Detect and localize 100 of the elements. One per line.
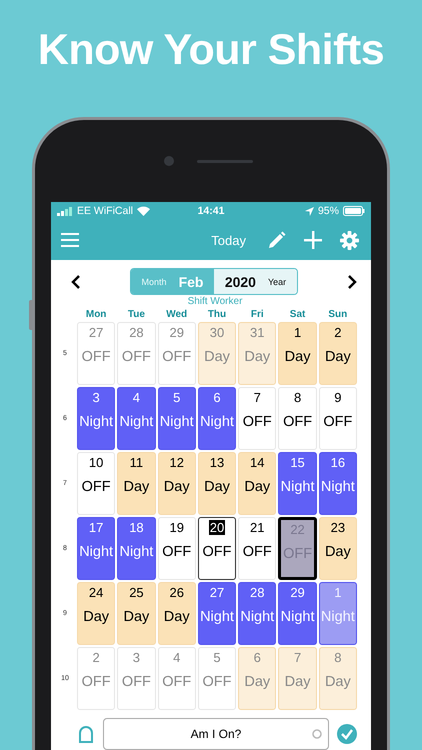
- day-number: 12: [168, 455, 185, 470]
- day-number: 8: [292, 390, 302, 405]
- camera-icon: [164, 156, 174, 166]
- shift-label: Day: [324, 544, 351, 560]
- day-cell[interactable]: 31 Day: [238, 322, 276, 385]
- weekday-label: Thu: [208, 309, 226, 320]
- day-number: 4: [132, 390, 142, 405]
- day-number: 5: [172, 390, 182, 405]
- day-number: 5: [212, 650, 222, 665]
- day-number: 27: [208, 585, 226, 600]
- day-cell[interactable]: 8 OFF: [278, 387, 317, 450]
- shift-label: OFF: [323, 414, 352, 430]
- day-cell[interactable]: 13 Day: [198, 452, 236, 515]
- next-month-icon[interactable]: [347, 274, 357, 288]
- day-cell[interactable]: 10 OFF: [77, 452, 116, 515]
- shift-label: OFF: [242, 414, 272, 430]
- day-number: 20: [208, 520, 226, 535]
- day-cell[interactable]: 6 Day: [238, 647, 276, 710]
- shift-label: Day: [204, 349, 230, 365]
- day-number: 27: [88, 325, 104, 340]
- day-number: 15: [289, 455, 306, 470]
- day-cell[interactable]: 3 OFF: [117, 647, 156, 710]
- weekday-label: Tue: [128, 309, 145, 320]
- day-number: 7: [292, 650, 302, 665]
- day-cell[interactable]: 24 Day: [77, 582, 116, 645]
- day-number: 25: [128, 585, 145, 600]
- shift-label: Day: [83, 609, 110, 625]
- shift-label: OFF: [202, 674, 232, 690]
- speaker-icon: [197, 160, 253, 163]
- day-cell[interactable]: 16 Night: [318, 452, 357, 515]
- day-cell[interactable]: 27 OFF: [77, 322, 116, 385]
- day-number: 18: [128, 520, 145, 535]
- day-cell[interactable]: 27 Night: [198, 582, 236, 645]
- day-number: 3: [132, 650, 142, 665]
- day-cell[interactable]: 14 Day: [238, 452, 276, 515]
- shift-label: Night: [280, 479, 314, 495]
- shift-label: Day: [124, 479, 150, 495]
- day-cell[interactable]: 5 OFF: [198, 647, 236, 710]
- day-cell[interactable]: 5 Night: [158, 387, 196, 450]
- shift-label: Night: [200, 609, 234, 625]
- day-cell[interactable]: 1 Day: [278, 322, 317, 385]
- day-cell[interactable]: 7 Day: [278, 647, 317, 710]
- day-cell[interactable]: 11 Day: [117, 452, 156, 515]
- menu-icon[interactable]: [61, 233, 79, 247]
- shift-label: Night: [79, 414, 114, 430]
- day-cell[interactable]: 20 OFF: [198, 517, 236, 580]
- day-cell[interactable]: 25 Day: [117, 582, 156, 645]
- add-icon[interactable]: [304, 231, 322, 249]
- shift-label: OFF: [202, 544, 232, 560]
- today-button[interactable]: Today: [211, 232, 250, 248]
- shift-label: Day: [204, 479, 230, 495]
- day-number: 8: [333, 650, 342, 665]
- shift-label: Day: [244, 479, 270, 495]
- day-number: 14: [249, 455, 266, 470]
- day-cell[interactable]: 26 Day: [158, 582, 196, 645]
- day-cell[interactable]: 6 Night: [198, 387, 236, 450]
- shift-label: Day: [124, 609, 150, 625]
- day-cell[interactable]: 21 OFF: [238, 517, 276, 580]
- day-number: 26: [168, 585, 185, 600]
- day-number: 6: [252, 650, 262, 665]
- day-cell[interactable]: 4 Night: [117, 387, 156, 450]
- day-cell[interactable]: 9 OFF: [318, 387, 357, 450]
- day-cell[interactable]: 4 OFF: [158, 647, 196, 710]
- shift-label: Night: [320, 609, 355, 625]
- day-number: 13: [208, 455, 226, 470]
- signal-icon: [57, 206, 73, 216]
- day-cell[interactable]: 23 Day: [318, 517, 357, 580]
- day-number: 23: [330, 520, 346, 535]
- pencil-icon[interactable]: [268, 231, 286, 249]
- day-cell[interactable]: 29 OFF: [158, 322, 196, 385]
- day-cell[interactable]: 18 Night: [117, 517, 156, 580]
- shift-label: OFF: [82, 349, 111, 365]
- day-cell[interactable]: 19 OFF: [158, 517, 196, 580]
- search-field[interactable]: Am I On?: [103, 718, 329, 750]
- day-number: 1: [333, 585, 342, 600]
- day-cell[interactable]: 30 Day: [198, 322, 236, 385]
- day-cell[interactable]: 17 Night: [77, 517, 116, 580]
- day-cell[interactable]: 2 Day: [318, 322, 357, 385]
- month-label: Month: [142, 276, 167, 286]
- day-cell[interactable]: 3 Night: [77, 387, 116, 450]
- shift-label: OFF: [283, 414, 312, 430]
- check-badge-icon[interactable]: [337, 724, 357, 744]
- carrier-name: EE WiFiCall: [77, 205, 134, 217]
- day-number: 28: [128, 325, 145, 340]
- shift-label: OFF: [162, 674, 192, 690]
- day-number: 7: [252, 390, 262, 405]
- previous-month-icon[interactable]: [71, 274, 81, 288]
- month-year-switcher[interactable]: Month Feb 2020 Year: [130, 268, 298, 295]
- day-cell[interactable]: 28 OFF: [117, 322, 156, 385]
- day-cell[interactable]: 8 Day: [318, 647, 357, 710]
- day-cell[interactable]: 2 OFF: [77, 647, 116, 710]
- settings-icon[interactable]: [340, 230, 359, 250]
- day-cell[interactable]: 15 Night: [278, 452, 317, 515]
- day-number: 31: [249, 325, 266, 340]
- day-cell[interactable]: 7 OFF: [238, 387, 276, 450]
- day-cell[interactable]: 12 Day: [158, 452, 196, 515]
- day-cell[interactable]: 29 Night: [278, 582, 317, 645]
- day-number: 10: [88, 455, 104, 470]
- day-cell[interactable]: 28 Night: [238, 582, 276, 645]
- day-number: 4: [172, 650, 182, 665]
